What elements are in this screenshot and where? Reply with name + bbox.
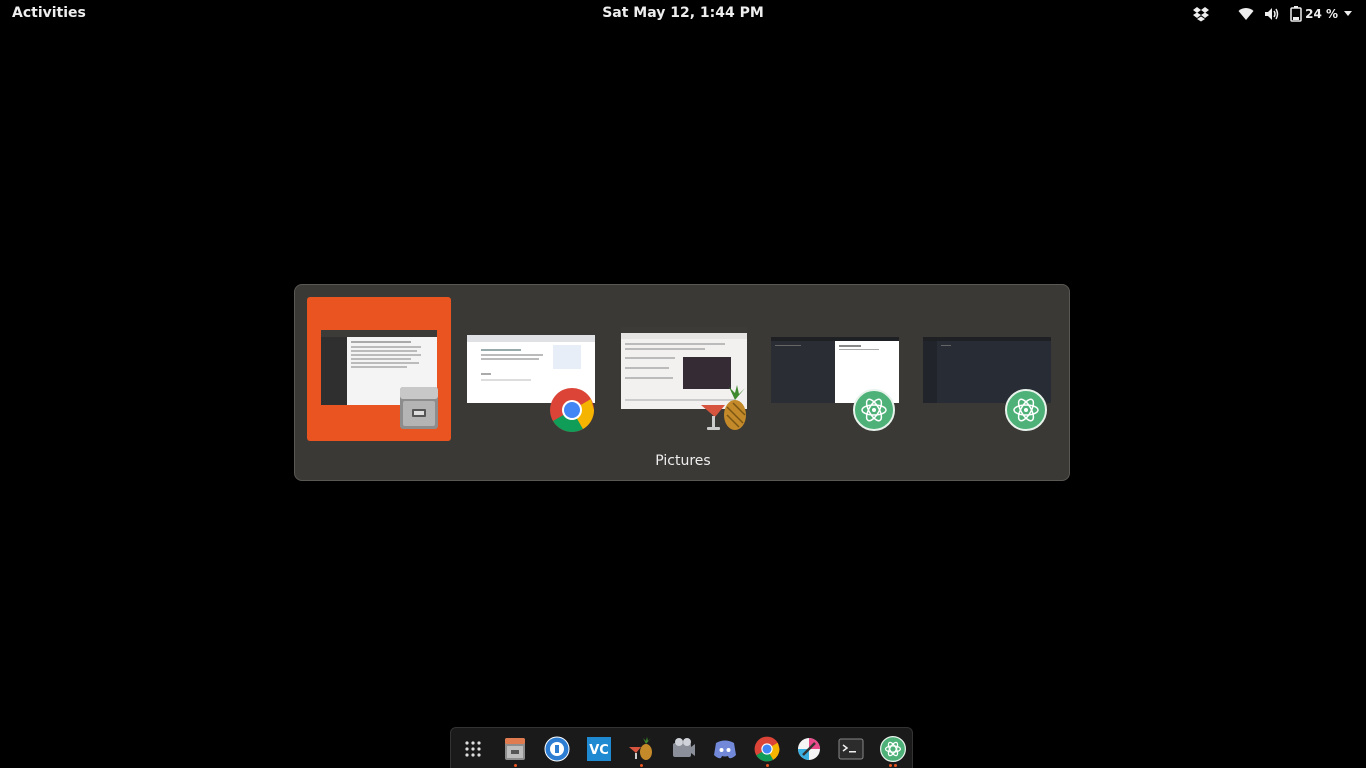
running-indicator bbox=[894, 764, 897, 767]
battery-percent[interactable]: 24 % bbox=[1305, 7, 1338, 21]
switcher-window-title: Pictures bbox=[655, 453, 711, 469]
switcher-item-handbrake[interactable] bbox=[611, 297, 755, 441]
chevron-down-icon[interactable] bbox=[1344, 4, 1352, 24]
app-grid-icon[interactable] bbox=[460, 736, 486, 762]
window-switcher: Pictures bbox=[294, 284, 1070, 481]
handbrake-icon[interactable] bbox=[628, 736, 654, 762]
volume-icon[interactable] bbox=[1264, 4, 1280, 24]
battery-icon[interactable] bbox=[1290, 4, 1302, 24]
running-indicator bbox=[640, 764, 643, 767]
obs-icon[interactable] bbox=[670, 736, 696, 762]
transmission-icon[interactable] bbox=[544, 736, 570, 762]
atom-icon bbox=[1005, 389, 1047, 431]
activities-button[interactable]: Activities bbox=[12, 5, 86, 21]
clock-area: Sat May 12, 1:44 PM bbox=[0, 5, 1366, 21]
svg-text:VC: VC bbox=[589, 743, 609, 758]
running-indicator bbox=[889, 764, 892, 767]
atom-icon bbox=[853, 389, 895, 431]
switcher-item-chrome[interactable] bbox=[459, 297, 603, 441]
discord-icon[interactable] bbox=[712, 736, 738, 762]
clock[interactable]: Sat May 12, 1:44 PM bbox=[602, 5, 764, 21]
vscode-icon[interactable]: VC bbox=[586, 736, 612, 762]
system-tray: 24 % bbox=[1192, 4, 1352, 24]
chrome-icon[interactable] bbox=[754, 736, 780, 762]
file-cabinet-icon[interactable] bbox=[502, 736, 528, 762]
terminal-icon[interactable] bbox=[838, 736, 864, 762]
running-indicator bbox=[514, 764, 517, 767]
top-bar: Activities Sat May 12, 1:44 PM 24 % bbox=[0, 0, 1366, 27]
switcher-item-atom-2[interactable] bbox=[915, 297, 1059, 441]
atom-icon[interactable] bbox=[880, 736, 906, 762]
dropbox-icon[interactable] bbox=[1192, 4, 1210, 24]
dock: VC bbox=[450, 727, 913, 768]
wifi-icon[interactable] bbox=[1238, 4, 1254, 24]
paint-icon[interactable] bbox=[796, 736, 822, 762]
chrome-icon bbox=[549, 387, 595, 433]
switcher-item-atom-1[interactable] bbox=[763, 297, 907, 441]
file-cabinet-icon bbox=[397, 385, 441, 431]
handbrake-icon bbox=[697, 383, 751, 433]
switcher-item-files[interactable] bbox=[307, 297, 451, 441]
running-indicator bbox=[766, 764, 769, 767]
